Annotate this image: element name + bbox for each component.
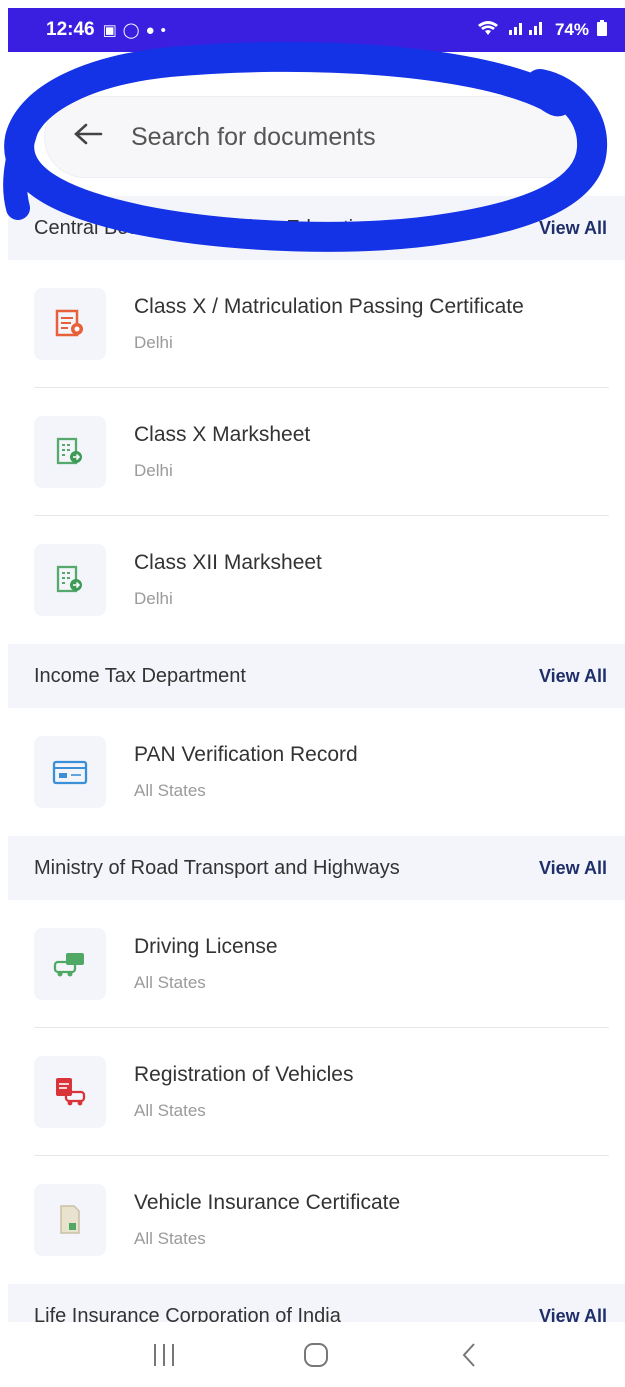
document-name: Vehicle Insurance Certificate <box>134 1191 401 1214</box>
back-icon[interactable] <box>439 1335 499 1375</box>
status-bar: 12:46 ▣ ◯ ● • 74% <box>8 8 625 52</box>
back-arrow-icon[interactable] <box>73 120 113 154</box>
list-item[interactable]: Class X / Matriculation Passing Certific… <box>8 260 625 388</box>
status-time: 12:46 <box>46 19 95 40</box>
marksheet-icon <box>34 544 106 616</box>
list-item[interactable]: Class X Marksheet Delhi <box>8 388 625 516</box>
home-icon[interactable] <box>286 1335 346 1375</box>
section-title: Central Board of Secondary Education <box>34 216 376 239</box>
signal-icon <box>507 20 547 41</box>
section-header-road-transport: Ministry of Road Transport and Highways … <box>8 836 625 900</box>
document-name: Class X Marksheet <box>134 423 311 446</box>
marksheet-icon <box>34 416 106 488</box>
document-state: Delhi <box>134 589 173 608</box>
battery-icon <box>597 19 607 41</box>
search-header: Search for documents <box>8 52 625 200</box>
vehicle-registration-icon <box>34 1056 106 1128</box>
section-header-income-tax: Income Tax Department View All <box>8 644 625 708</box>
document-state: All States <box>134 781 206 800</box>
driving-license-icon <box>34 928 106 1000</box>
document-name: Driving License <box>134 935 278 958</box>
view-all-button[interactable]: View All <box>539 858 607 879</box>
chat-icon: ● <box>145 21 155 39</box>
section-header-cbse: Central Board of Secondary Education Vie… <box>8 196 625 260</box>
list-item[interactable]: PAN Verification Record All States <box>8 708 625 836</box>
battery-percent: 74% <box>554 20 589 39</box>
document-state: All States <box>134 973 206 992</box>
system-nav-bar <box>8 1322 625 1387</box>
document-state: All States <box>134 1101 206 1120</box>
insurance-document-icon <box>34 1184 106 1256</box>
document-state: Delhi <box>134 333 173 352</box>
document-name: Class XII Marksheet <box>134 551 322 574</box>
list-item[interactable]: Driving License All States <box>8 900 625 1028</box>
section-title: Ministry of Road Transport and Highways <box>34 856 400 879</box>
certificate-icon <box>34 288 106 360</box>
list-item[interactable]: Vehicle Insurance Certificate All States <box>8 1156 625 1284</box>
document-name: Registration of Vehicles <box>134 1063 354 1086</box>
document-name: PAN Verification Record <box>134 743 358 766</box>
list-item[interactable]: Registration of Vehicles All States <box>8 1028 625 1156</box>
list-item[interactable]: Class XII Marksheet Delhi <box>8 516 625 644</box>
notification-icons: ▣ ◯ ● • <box>102 21 166 40</box>
pan-card-icon <box>34 736 106 808</box>
dot-icon: • <box>160 21 166 39</box>
document-state: All States <box>134 1229 206 1248</box>
gallery-icon: ▣ <box>102 22 117 39</box>
whatsapp-icon: ◯ <box>122 22 140 39</box>
view-all-button[interactable]: View All <box>539 218 607 239</box>
document-list: Central Board of Secondary Education Vie… <box>8 196 625 1348</box>
section-title: Income Tax Department <box>34 664 246 687</box>
view-all-button[interactable]: View All <box>539 666 607 687</box>
document-state: Delhi <box>134 461 173 480</box>
search-placeholder: Search for documents <box>131 122 376 151</box>
recent-apps-icon[interactable] <box>134 1335 194 1375</box>
wifi-icon <box>477 20 499 41</box>
search-input[interactable]: Search for documents <box>44 96 604 178</box>
document-name: Class X / Matriculation Passing Certific… <box>134 295 524 318</box>
